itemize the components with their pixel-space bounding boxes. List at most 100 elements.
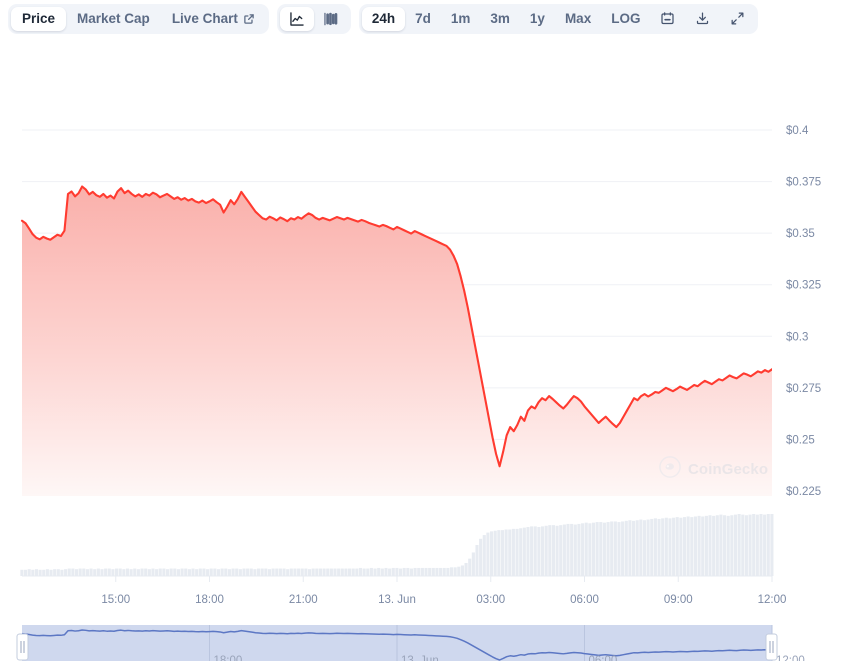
volume-bar: [289, 568, 293, 576]
navigator-tick-label: 12:00: [776, 655, 805, 661]
range-max[interactable]: Max: [555, 7, 601, 31]
volume-bar: [715, 515, 719, 576]
volume-bar: [479, 538, 483, 576]
y-axis-tick-label: $0.375: [786, 177, 821, 189]
volume-bar: [551, 525, 555, 576]
navigator-tick-label: 06:00: [589, 655, 618, 661]
volume-bar: [216, 569, 221, 576]
download-button[interactable]: [685, 7, 720, 31]
candlestick-chart-button[interactable]: [314, 7, 348, 31]
volume-bar: [300, 568, 304, 576]
volume-bar: [726, 515, 730, 576]
price-chart-svg[interactable]: $0.4 $0.375 $0.35 $0.325 $0.3 $0.275 $0.25 $0.2…: [0, 36, 849, 661]
volume-bar: [562, 524, 566, 576]
volume-bar: [482, 535, 486, 576]
volume-bar: [555, 525, 559, 576]
volume-bar: [508, 529, 512, 576]
x-axis-tick-label: 21:00: [289, 594, 318, 606]
volume-bar: [730, 515, 734, 576]
volume-bar: [755, 514, 759, 576]
calendar-icon: [660, 11, 675, 26]
volume-bar: [766, 514, 770, 576]
volume-bar: [537, 527, 541, 576]
volume-bar: [559, 525, 563, 576]
volume-bar: [147, 569, 151, 576]
volume-bar: [304, 568, 308, 576]
range-7d[interactable]: 7d: [405, 7, 441, 31]
range-navigator[interactable]: 18:00 13. Jun 06:00 12:00: [16, 625, 805, 661]
volume-bar: [413, 567, 417, 576]
range-1m-label: 1m: [450, 11, 471, 26]
navigator-tick-label: 18:00: [214, 655, 243, 661]
volume-bar: [661, 518, 665, 576]
volume-bar: [129, 569, 133, 576]
volume-bar: [337, 568, 341, 576]
volume-bar: [322, 568, 326, 576]
range-24h-label: 24h: [371, 11, 396, 26]
volume-bar: [275, 568, 279, 576]
range-3m[interactable]: 3m: [480, 7, 520, 31]
range-log-label: LOG: [611, 11, 641, 26]
range-1m[interactable]: 1m: [441, 7, 481, 31]
x-axis-tick-label: 03:00: [476, 594, 505, 606]
volume-bar: [111, 569, 115, 576]
volume-bar: [165, 569, 170, 576]
range-24h[interactable]: 24h: [361, 6, 406, 31]
volume-bar: [679, 517, 683, 576]
volume-bar: [581, 523, 585, 576]
volume-bar: [348, 568, 352, 576]
range-log-toggle[interactable]: LOG: [601, 7, 650, 31]
volume-bar: [162, 568, 166, 576]
volume-bar: [56, 569, 60, 576]
volume-bar: [271, 568, 275, 576]
volume-bar: [522, 527, 526, 576]
volume-bar: [398, 568, 403, 576]
volume-bar: [526, 527, 530, 576]
volume-bar: [500, 530, 505, 576]
volume-bar: [428, 567, 432, 576]
volume-bar: [675, 517, 679, 576]
volume-bar: [584, 522, 588, 576]
volume-bar: [642, 520, 647, 576]
tab-market-cap[interactable]: Market Cap: [66, 7, 161, 31]
y-axis-tick-label: $0.35: [786, 228, 815, 240]
volume-bar: [173, 568, 177, 576]
tab-live-chart[interactable]: Live Chart: [161, 7, 266, 31]
volume-bar: [107, 568, 111, 576]
volume-bar: [657, 518, 661, 576]
volume-bar: [497, 530, 501, 576]
volume-bar: [519, 528, 523, 576]
volume-bar: [420, 567, 424, 576]
volume-bar: [511, 528, 515, 576]
volume-bar: [719, 514, 723, 576]
volume-bar: [231, 568, 235, 576]
volume-bar: [617, 522, 621, 576]
volume-bar: [632, 520, 636, 576]
volume-bar: [213, 568, 217, 576]
volume-bar: [752, 514, 756, 576]
volume-bar: [206, 569, 210, 576]
volume-bar: [770, 514, 774, 576]
y-axis-labels: $0.4 $0.375 $0.35 $0.325 $0.3 $0.275 $0.25 $0.2…: [786, 125, 821, 498]
navigator-handle-left[interactable]: [16, 633, 29, 661]
line-chart-button[interactable]: [279, 6, 314, 31]
calendar-button[interactable]: [650, 7, 685, 31]
volume-bar: [704, 515, 708, 576]
volume-bar: [577, 523, 581, 576]
volume-bar: [748, 514, 752, 576]
navigator-handle-right[interactable]: [765, 633, 778, 661]
volume-bar: [475, 545, 479, 576]
volume-bar: [122, 569, 126, 576]
volume-bar: [639, 519, 643, 576]
volume-bar: [460, 565, 464, 576]
tab-price[interactable]: Price: [11, 6, 67, 31]
volume-bar: [286, 569, 290, 576]
y-axis-tick-label: $0.325: [786, 280, 821, 292]
volume-bar: [340, 568, 344, 576]
expand-button[interactable]: [720, 7, 755, 31]
volume-bar: [96, 568, 100, 576]
volume-bar: [650, 518, 654, 576]
range-1y[interactable]: 1y: [520, 7, 555, 31]
volume-bar: [158, 568, 162, 576]
volume-bar: [311, 568, 315, 576]
